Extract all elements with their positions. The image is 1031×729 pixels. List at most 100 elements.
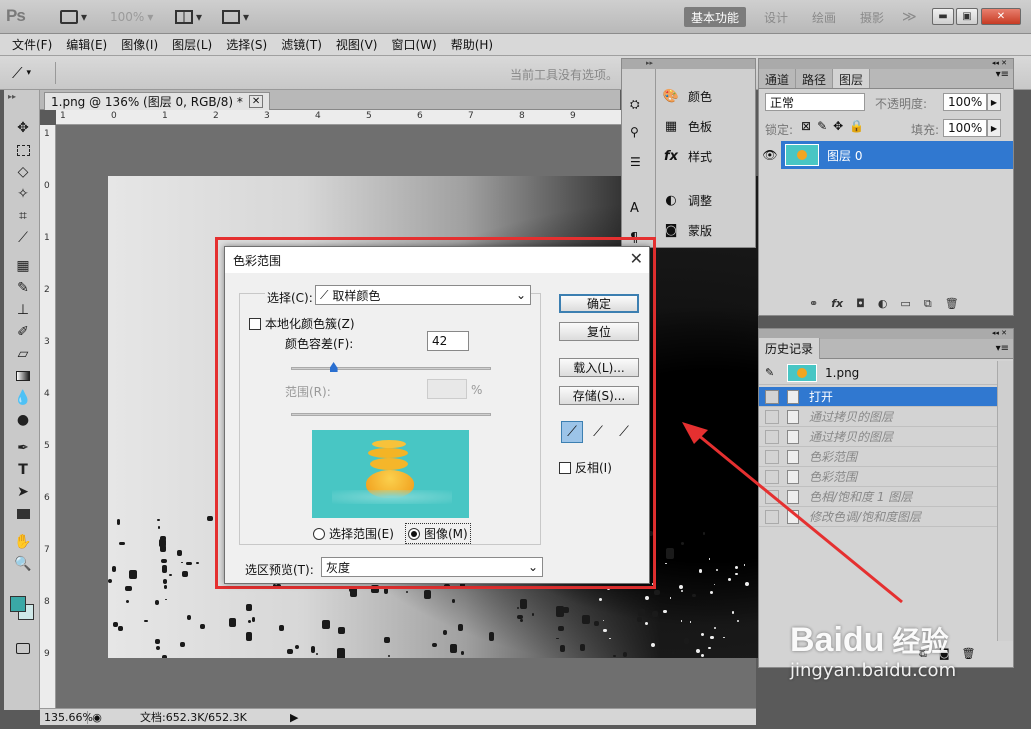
- localized-clusters-checkbox[interactable]: 本地化颜色簇(Z): [249, 315, 355, 332]
- radio-image[interactable]: 图像(M): [405, 523, 471, 544]
- lasso-tool[interactable]: ◇: [12, 162, 34, 182]
- layer-row[interactable]: 👁 图层 0: [759, 141, 1013, 169]
- history-snapshot[interactable]: ✎ 1.png: [759, 361, 997, 385]
- close-icon[interactable]: ✕: [630, 249, 643, 268]
- localized-clusters-box[interactable]: [249, 317, 261, 330]
- panel-styles[interactable]: fx 样式: [662, 143, 712, 169]
- lock-move-icon[interactable]: ✥: [833, 119, 843, 133]
- eraser-tool[interactable]: ▱: [12, 344, 34, 364]
- preview-mode-select[interactable]: 灰度 ⌄: [321, 557, 543, 577]
- fuzziness-input[interactable]: 42: [427, 331, 469, 351]
- history-item[interactable]: 打开: [759, 387, 997, 407]
- eyedropper-tool[interactable]: ⟋: [12, 228, 34, 248]
- trash-icon[interactable]: 🗑: [962, 647, 976, 661]
- panel-menu-icon[interactable]: ▾≡: [996, 69, 1013, 88]
- maximize-button[interactable]: ▣: [956, 8, 978, 25]
- stamp-tool[interactable]: ⊥: [12, 300, 34, 320]
- brush-presets-icon[interactable]: ⛭: [630, 97, 640, 112]
- lock-all-icon[interactable]: 🔒: [849, 119, 864, 133]
- invert-checkbox[interactable]: 反相(I): [559, 459, 612, 476]
- new-group-icon[interactable]: ▭: [900, 297, 910, 311]
- zoom-tool[interactable]: 🔍: [12, 554, 34, 574]
- menu-layer[interactable]: 图层(L): [172, 36, 212, 53]
- fill-input[interactable]: 100%: [943, 119, 987, 137]
- gradient-tool[interactable]: [12, 366, 34, 386]
- menu-filter[interactable]: 滤镜(T): [281, 36, 322, 53]
- opacity-input[interactable]: 100%: [943, 93, 987, 111]
- save-button[interactable]: 存储(S)...: [559, 386, 639, 405]
- tool-preset-picker[interactable]: ⟋ ▾: [12, 62, 56, 84]
- invert-box[interactable]: [559, 461, 571, 474]
- panel-swatches[interactable]: ▦ 色板: [662, 113, 712, 139]
- radio-selection-dot[interactable]: [313, 527, 325, 540]
- link-icon[interactable]: ⚭: [809, 297, 818, 311]
- history-source-checkbox[interactable]: [765, 389, 779, 404]
- eyedropper-sample-icon[interactable]: ⟋: [561, 421, 583, 443]
- pen-tool[interactable]: ✒: [12, 438, 34, 458]
- trash-icon[interactable]: 🗑: [945, 297, 959, 311]
- arrange-documents-button[interactable]: ▾: [175, 8, 202, 26]
- panel-collapse-icon[interactable]: ◂◂ ✕: [759, 59, 1013, 69]
- tab-channels[interactable]: 通道: [759, 69, 797, 88]
- ok-button[interactable]: 确定: [559, 294, 639, 313]
- crop-tool[interactable]: ⌗: [12, 206, 34, 226]
- panel-header[interactable]: ▸▸: [622, 59, 755, 69]
- menu-file[interactable]: 文件(F): [12, 36, 52, 53]
- tab-layers[interactable]: 图层: [833, 69, 871, 88]
- history-scrollbar[interactable]: [997, 361, 1013, 641]
- quick-selection-tool[interactable]: ✧: [12, 184, 34, 204]
- fuzziness-slider[interactable]: [291, 362, 491, 372]
- lock-transparency-icon[interactable]: ⊠: [801, 119, 811, 133]
- menu-select[interactable]: 选择(S): [226, 36, 267, 53]
- quick-mask-button[interactable]: [12, 638, 34, 658]
- collapse-icon[interactable]: ▸▸: [8, 92, 16, 101]
- marquee-tool[interactable]: [12, 140, 34, 160]
- healing-tool[interactable]: ▦: [12, 256, 34, 276]
- select-combo[interactable]: ⟋ 取样颜色 ⌄: [315, 285, 531, 305]
- shape-tool[interactable]: [12, 504, 34, 524]
- menu-edit[interactable]: 编辑(E): [66, 36, 107, 53]
- type-tool[interactable]: T: [12, 460, 34, 480]
- move-tool[interactable]: ✥: [12, 118, 34, 138]
- menu-help[interactable]: 帮助(H): [451, 36, 493, 53]
- workspace-painting[interactable]: 绘画: [812, 7, 836, 27]
- lock-brush-icon[interactable]: ✎: [817, 119, 827, 133]
- color-swatches[interactable]: [8, 590, 38, 624]
- tool-presets-icon[interactable]: ☰: [630, 155, 641, 169]
- status-menu-arrow-icon[interactable]: ▶: [290, 711, 298, 724]
- close-window-button[interactable]: ✕: [981, 8, 1021, 25]
- workspace-essentials[interactable]: 基本功能: [684, 7, 747, 27]
- reset-button[interactable]: 复位: [559, 322, 639, 341]
- blur-tool[interactable]: 💧: [12, 388, 34, 408]
- screen-mode-button[interactable]: ▾: [222, 8, 249, 26]
- history-brush-tool[interactable]: ✐: [12, 322, 34, 342]
- tab-history[interactable]: 历史记录: [759, 338, 821, 359]
- foreground-color-swatch[interactable]: [10, 596, 26, 612]
- status-zoom[interactable]: 135.66%: [40, 710, 93, 724]
- blend-mode-select[interactable]: 正常: [765, 93, 865, 111]
- load-button[interactable]: 载入(L)...: [559, 358, 639, 377]
- menu-image[interactable]: 图像(I): [121, 36, 158, 53]
- hand-tool[interactable]: ✋: [12, 532, 34, 552]
- document-tab[interactable]: 1.png @ 136% (图层 0, RGB/8) * ✕: [44, 92, 271, 110]
- add-mask-icon[interactable]: ◘: [856, 297, 865, 311]
- workspace-photography[interactable]: 摄影: [860, 7, 884, 27]
- adjustment-layer-icon[interactable]: ◐: [878, 297, 888, 311]
- clone-source-icon[interactable]: ⚲: [630, 125, 639, 139]
- panel-adjustments[interactable]: ◐ 调整: [662, 187, 712, 213]
- eyedropper-add-icon[interactable]: ⟋: [587, 421, 609, 443]
- panel-color[interactable]: 🎨 颜色: [662, 83, 712, 109]
- minimize-button[interactable]: ▬: [932, 8, 954, 25]
- panel-masks[interactable]: ◙ 蒙版: [662, 217, 712, 243]
- character-icon[interactable]: A: [630, 201, 639, 216]
- radio-selection[interactable]: 选择范围(E): [313, 525, 394, 542]
- tab-paths[interactable]: 路径: [796, 69, 834, 88]
- eyedropper-subtract-icon[interactable]: ⟋: [613, 421, 635, 443]
- radio-image-dot[interactable]: [408, 527, 420, 540]
- launch-bridge-button[interactable]: ▾: [60, 8, 87, 26]
- new-layer-icon[interactable]: ⧉: [924, 297, 932, 311]
- visibility-eye-icon[interactable]: 👁: [759, 141, 781, 169]
- status-info-icon[interactable]: ◉: [88, 711, 106, 724]
- brush-tool[interactable]: ✎: [12, 278, 34, 298]
- fill-arrow-icon[interactable]: ▶: [987, 119, 1001, 137]
